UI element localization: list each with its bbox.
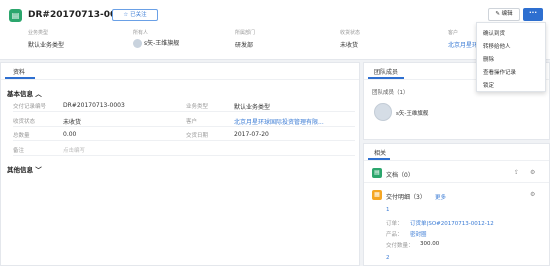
chevron-down-icon: ﹀ — [35, 166, 42, 174]
divider — [1, 79, 359, 80]
divider — [364, 182, 549, 183]
menu-item-transfer[interactable]: 转移给他人 — [483, 42, 511, 50]
menu-item-confirm-arrival[interactable]: 确认到货 — [483, 29, 505, 37]
team-members-count: 团队成员（1） — [372, 90, 409, 96]
tab-details[interactable]: 资料 — [13, 67, 25, 76]
row-divider — [13, 126, 355, 127]
edit-button[interactable]: ✎ 编辑 — [488, 8, 520, 21]
gear-icon[interactable]: ⚙ — [530, 169, 535, 176]
product-label: 产品： — [386, 232, 403, 238]
section-title: 其他信息 — [7, 166, 33, 174]
field-value-owner[interactable]: s矢-王维旗舰 — [133, 38, 179, 48]
field-value-business-type: 默认业务类型 — [28, 42, 65, 49]
row-divider — [13, 111, 355, 112]
section-basic-info[interactable]: 基本信息 ︿ — [7, 88, 42, 98]
quantity-value: 300.00 — [420, 241, 440, 247]
value-customer[interactable]: 北京月星环球国际投资管理有限... — [234, 117, 324, 126]
label-total-quantity: 总数量 — [13, 133, 30, 139]
member-avatar[interactable] — [374, 103, 392, 121]
product-link[interactable]: 密封圈 — [410, 230, 427, 238]
item-index[interactable]: 1 — [386, 207, 390, 213]
record-header: ▤ DR#20170713-0003 ☆ 已关注 ✎ 编辑 ··· 业务类型 默… — [0, 0, 550, 60]
value-receipt-status: 未收货 — [63, 119, 82, 126]
field-value-department: 研发部 — [235, 42, 254, 49]
section-other-info[interactable]: 其他信息 ﹀ — [7, 164, 42, 174]
documents-label[interactable]: 文档（0） — [386, 170, 414, 179]
row-divider — [13, 140, 355, 141]
gear-icon[interactable]: ⚙ — [530, 191, 535, 198]
row-divider — [13, 155, 355, 156]
field-label-owner: 所有人 — [133, 30, 149, 36]
field-label-business-type: 业务类型 — [28, 30, 49, 36]
value-business-type: 默认业务类型 — [234, 104, 271, 111]
order-label: 订单： — [386, 221, 403, 227]
document-icon: ▤ — [372, 168, 382, 178]
label-record-number: 交付记录编号 — [13, 104, 47, 110]
order-link[interactable]: 订货单|SO#20170713-0012-12 — [410, 219, 494, 227]
tab-related[interactable]: 相关 — [374, 148, 386, 157]
field-label-department: 所属部门 — [235, 30, 256, 36]
delivery-record-icon: ▤ — [9, 9, 22, 22]
label-customer: 客户 — [186, 119, 198, 125]
divider — [364, 160, 549, 161]
quantity-label: 交付数量： — [386, 243, 414, 249]
delivery-details-label[interactable]: 交付明细（3） — [386, 192, 426, 201]
menu-item-lock[interactable]: 锁定 — [483, 81, 494, 89]
field-label-customer: 客户 — [448, 30, 459, 36]
upload-icon[interactable]: ⇪ — [514, 169, 519, 176]
label-remarks: 备注 — [13, 148, 25, 154]
avatar — [133, 39, 142, 48]
more-button[interactable]: ··· — [523, 8, 543, 21]
label-delivery-date: 交货日期 — [186, 133, 209, 139]
delivery-detail-icon: ▦ — [372, 190, 382, 200]
value-total-quantity: 0.00 — [63, 131, 77, 138]
member-name[interactable]: s矢-王维旗舰 — [396, 109, 428, 117]
remarks-input[interactable]: 点击编写 — [63, 146, 85, 154]
item-index[interactable]: 2 — [386, 255, 390, 261]
more-actions-menu: 确认到货 转移给他人 删除 查看操作记录 锁定 — [476, 22, 546, 92]
owner-name: s矢-王维旗舰 — [144, 40, 180, 47]
more-link[interactable]: 更多 — [435, 193, 446, 201]
section-title: 基本信息 — [7, 90, 33, 98]
details-panel: 资料 基本信息 ︿ 交付记录编号 DR#20170713-0003 业务类型 默… — [0, 62, 360, 266]
label-receipt-status: 收货状态 — [13, 119, 36, 125]
field-value-receipt-status: 未收货 — [340, 42, 359, 49]
follow-button[interactable]: ☆ 已关注 — [112, 9, 158, 21]
chevron-up-icon: ︿ — [35, 90, 42, 98]
menu-item-view-log[interactable]: 查看操作记录 — [483, 68, 516, 76]
label-business-type: 业务类型 — [186, 104, 209, 110]
value-record-number: DR#20170713-0003 — [63, 102, 125, 109]
menu-item-delete[interactable]: 删除 — [483, 55, 494, 63]
tab-team-members[interactable]: 团队成员 — [374, 67, 398, 76]
value-delivery-date: 2017-07-20 — [234, 131, 269, 138]
related-panel: 相关 ▤ 文档（0） ⇪ ⚙ ▦ 交付明细（3） 更多 ⚙ 1 订单： 订货单|… — [363, 143, 550, 266]
field-label-receipt-status: 收货状态 — [340, 30, 361, 36]
